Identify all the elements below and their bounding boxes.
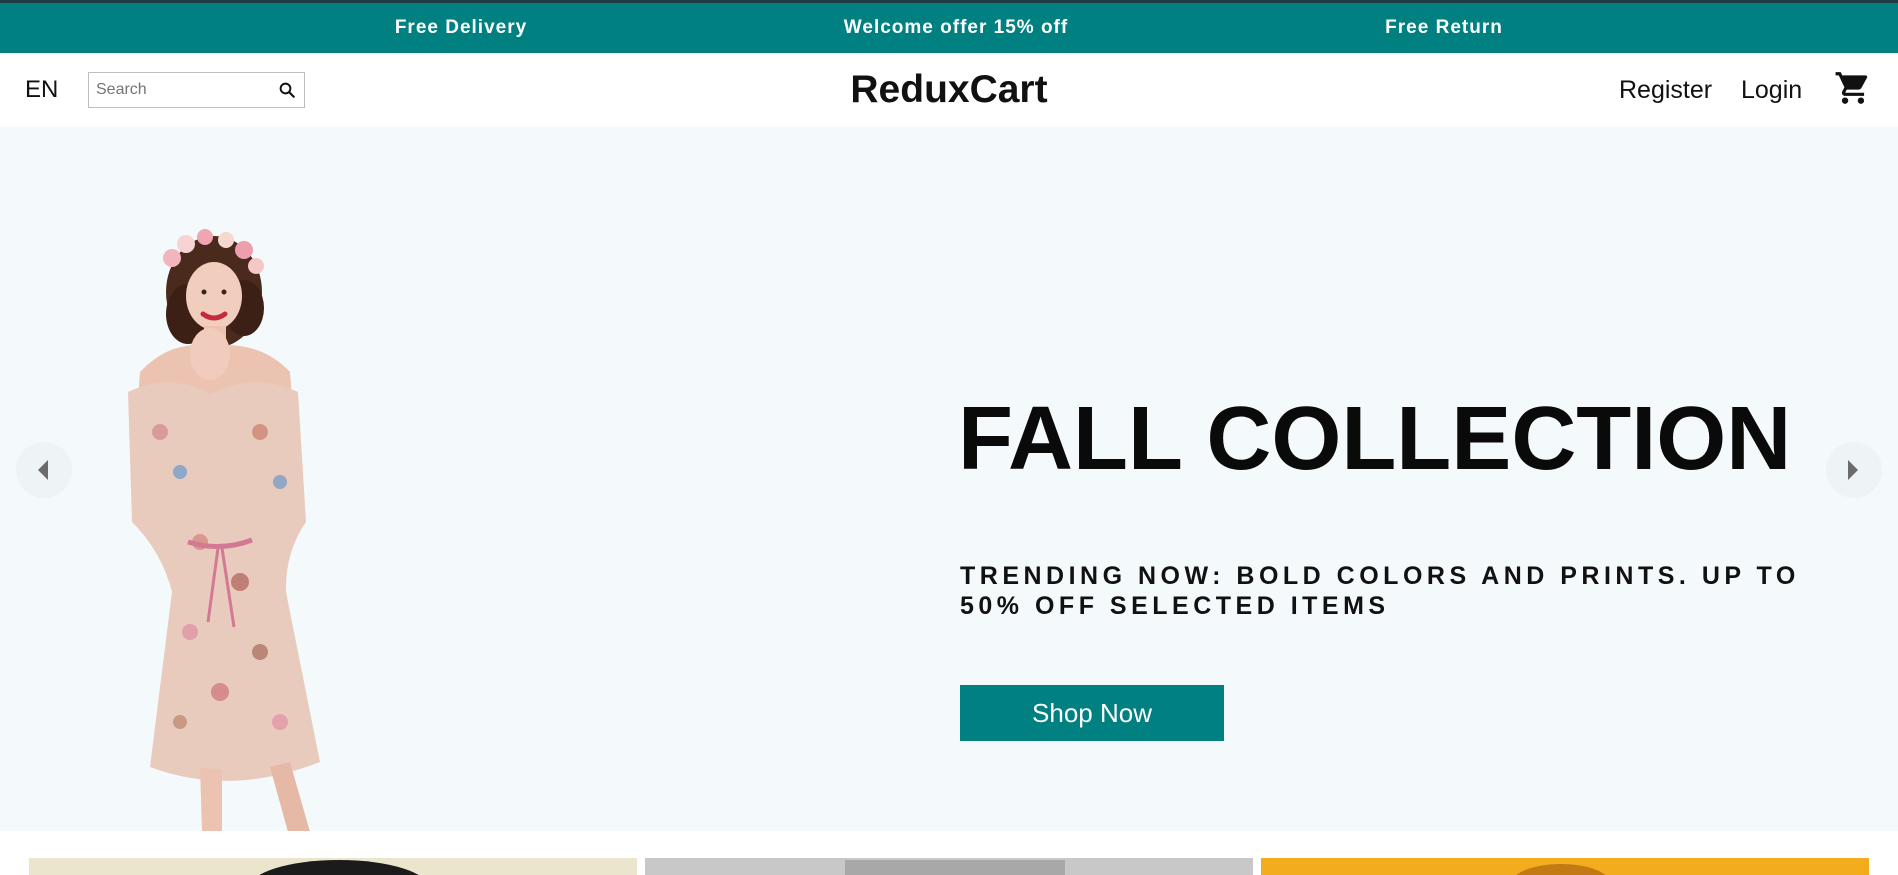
category-tiles bbox=[0, 831, 1898, 875]
site-header: EN ReduxCart Register Login bbox=[0, 53, 1898, 127]
site-logo[interactable]: ReduxCart bbox=[850, 53, 1047, 127]
category-tile-image bbox=[259, 860, 419, 875]
arrow-left-icon bbox=[38, 460, 48, 480]
search-icon[interactable] bbox=[278, 81, 296, 99]
category-tile[interactable] bbox=[29, 858, 637, 875]
language-selector[interactable]: EN bbox=[25, 53, 58, 127]
hero-description: TRENDING NOW: BOLD COLORS AND PRINTS. UP… bbox=[960, 562, 1800, 620]
announcement-free-return: Free Return bbox=[1385, 17, 1503, 38]
arrow-right-icon bbox=[1848, 460, 1858, 480]
category-tile-image bbox=[845, 860, 1065, 875]
hero-title: FALL COLLECTION bbox=[958, 389, 1792, 489]
slider-next-button[interactable] bbox=[1826, 442, 1882, 498]
cart-icon[interactable] bbox=[1834, 69, 1872, 107]
slider-prev-button[interactable] bbox=[16, 442, 72, 498]
search-input[interactable] bbox=[89, 73, 269, 107]
announcement-bar: Free Delivery Welcome offer 15% off Free… bbox=[0, 0, 1898, 53]
announcement-welcome-offer: Welcome offer 15% off bbox=[843, 17, 1069, 38]
category-tile[interactable] bbox=[645, 858, 1253, 875]
login-link[interactable]: Login bbox=[1741, 53, 1802, 127]
shop-now-button[interactable]: Shop Now bbox=[960, 685, 1224, 741]
announcement-free-delivery: Free Delivery bbox=[394, 17, 528, 38]
category-tile[interactable] bbox=[1261, 858, 1869, 875]
hero-slider: FALL COLLECTION TRENDING NOW: BOLD COLOR… bbox=[0, 127, 1898, 831]
category-tile-image bbox=[1516, 864, 1606, 875]
hero-model-image bbox=[128, 229, 320, 831]
register-link[interactable]: Register bbox=[1619, 53, 1712, 127]
search-box bbox=[88, 72, 305, 108]
